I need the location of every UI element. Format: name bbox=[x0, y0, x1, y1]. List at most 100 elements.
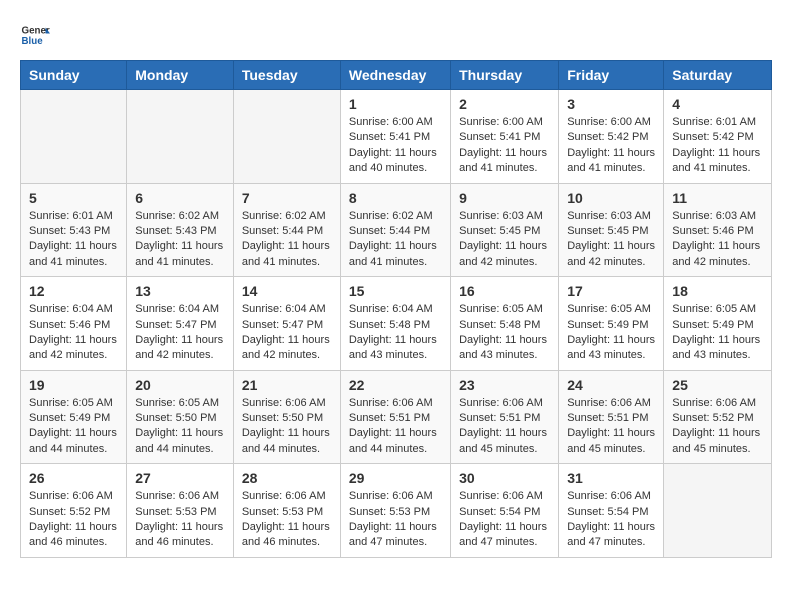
day-number: 1 bbox=[349, 96, 442, 112]
calendar-cell: 10 Sunrise: 6:03 AM Sunset: 5:45 PM Dayli… bbox=[559, 183, 664, 277]
logo: General Blue bbox=[20, 20, 50, 50]
day-content: Sunrise: 6:03 AM Sunset: 5:45 PM Dayligh… bbox=[459, 209, 550, 271]
calendar-cell bbox=[127, 90, 234, 184]
calendar-cell: 4Sunrise: 6:01 AM Sunset: 5:42 PM Daylig… bbox=[664, 90, 772, 184]
day-number: 9 bbox=[459, 190, 550, 206]
calendar-cell: 28Sunrise: 6:06 AM Sunset: 5:53 PM Dayli… bbox=[233, 464, 340, 558]
calendar-cell: 18 Sunrise: 6:05 AM Sunset: 5:49 PM Dayli… bbox=[664, 277, 772, 371]
day-header-monday: Monday bbox=[127, 61, 234, 90]
calendar-cell: 12 Sunrise: 6:04 AM Sunset: 5:46 PM Dayli… bbox=[21, 277, 127, 371]
day-content: Sunrise: 6:04 AM Sunset: 5:46 PM Dayligh… bbox=[29, 302, 118, 364]
calendar-cell: 20 Sunrise: 6:05 AM Sunset: 5:50 PM Dayli… bbox=[127, 370, 234, 464]
calendar-cell: 11 Sunrise: 6:03 AM Sunset: 5:46 PM Dayli… bbox=[664, 183, 772, 277]
day-number: 19 bbox=[29, 377, 118, 393]
calendar-cell: 3 Sunrise: 6:00 AM Sunset: 5:42 PM Daylig… bbox=[559, 90, 664, 184]
svg-text:Blue: Blue bbox=[22, 36, 44, 47]
calendar-cell: 24 Sunrise: 6:06 AM Sunset: 5:51 PM Dayli… bbox=[559, 370, 664, 464]
day-content: Sunrise: 6:03 AM Sunset: 5:45 PM Dayligh… bbox=[567, 209, 655, 271]
day-content: Sunrise: 6:05 AM Sunset: 5:49 PM Dayligh… bbox=[567, 302, 655, 364]
calendar-cell: 8 Sunrise: 6:02 AM Sunset: 5:44 PM Daylig… bbox=[340, 183, 450, 277]
day-number: 22 bbox=[349, 377, 442, 393]
day-number: 20 bbox=[135, 377, 225, 393]
calendar-cell: 19 Sunrise: 6:05 AM Sunset: 5:49 PM Dayli… bbox=[21, 370, 127, 464]
day-number: 15 bbox=[349, 283, 442, 299]
day-content: Sunrise: 6:02 AM Sunset: 5:44 PM Dayligh… bbox=[349, 209, 442, 271]
day-content: Sunrise: 6:06 AM Sunset: 5:53 PM Dayligh… bbox=[242, 489, 332, 551]
day-number: 3 bbox=[567, 96, 655, 112]
calendar-cell: 2 Sunrise: 6:00 AM Sunset: 5:41 PM Daylig… bbox=[451, 90, 559, 184]
day-content: Sunrise: 6:06 AM Sunset: 5:53 PM Dayligh… bbox=[349, 489, 442, 551]
day-header-saturday: Saturday bbox=[664, 61, 772, 90]
day-content: Sunrise: 6:02 AM Sunset: 5:43 PM Dayligh… bbox=[135, 209, 225, 271]
calendar-cell: 7Sunrise: 6:02 AM Sunset: 5:44 PM Daylig… bbox=[233, 183, 340, 277]
day-content: Sunrise: 6:06 AM Sunset: 5:54 PM Dayligh… bbox=[567, 489, 655, 551]
calendar-week-row: 5 Sunrise: 6:01 AM Sunset: 5:43 PM Daylig… bbox=[21, 183, 772, 277]
calendar-cell: 29Sunrise: 6:06 AM Sunset: 5:53 PM Dayli… bbox=[340, 464, 450, 558]
day-number: 26 bbox=[29, 470, 118, 486]
day-content: Sunrise: 6:05 AM Sunset: 5:50 PM Dayligh… bbox=[135, 396, 225, 458]
calendar-cell: 23 Sunrise: 6:06 AM Sunset: 5:51 PM Dayli… bbox=[451, 370, 559, 464]
day-content: Sunrise: 6:00 AM Sunset: 5:42 PM Dayligh… bbox=[567, 115, 655, 177]
calendar-table: SundayMondayTuesdayWednesdayThursdayFrid… bbox=[20, 60, 772, 558]
calendar-cell: 17 Sunrise: 6:05 AM Sunset: 5:49 PM Dayli… bbox=[559, 277, 664, 371]
day-content: Sunrise: 6:06 AM Sunset: 5:51 PM Dayligh… bbox=[349, 396, 442, 458]
day-content: Sunrise: 6:06 AM Sunset: 5:50 PM Dayligh… bbox=[242, 396, 332, 458]
calendar-cell: 6 Sunrise: 6:02 AM Sunset: 5:43 PM Daylig… bbox=[127, 183, 234, 277]
calendar-cell bbox=[233, 90, 340, 184]
day-header-thursday: Thursday bbox=[451, 61, 559, 90]
day-number: 14 bbox=[242, 283, 332, 299]
day-content: Sunrise: 6:04 AM Sunset: 5:47 PM Dayligh… bbox=[242, 302, 332, 364]
day-content: Sunrise: 6:06 AM Sunset: 5:54 PM Dayligh… bbox=[459, 489, 550, 551]
day-number: 12 bbox=[29, 283, 118, 299]
calendar-cell: 9 Sunrise: 6:03 AM Sunset: 5:45 PM Daylig… bbox=[451, 183, 559, 277]
day-content: Sunrise: 6:03 AM Sunset: 5:46 PM Dayligh… bbox=[672, 209, 763, 271]
day-header-wednesday: Wednesday bbox=[340, 61, 450, 90]
calendar-cell: 22 Sunrise: 6:06 AM Sunset: 5:51 PM Dayli… bbox=[340, 370, 450, 464]
calendar-cell: 25 Sunrise: 6:06 AM Sunset: 5:52 PM Dayli… bbox=[664, 370, 772, 464]
calendar-cell bbox=[21, 90, 127, 184]
day-content: Sunrise: 6:04 AM Sunset: 5:47 PM Dayligh… bbox=[135, 302, 225, 364]
day-number: 18 bbox=[672, 283, 763, 299]
day-content: Sunrise: 6:05 AM Sunset: 5:49 PM Dayligh… bbox=[672, 302, 763, 364]
day-number: 13 bbox=[135, 283, 225, 299]
calendar-cell: 13 Sunrise: 6:04 AM Sunset: 5:47 PM Dayli… bbox=[127, 277, 234, 371]
day-number: 21 bbox=[242, 377, 332, 393]
day-content: Sunrise: 6:05 AM Sunset: 5:48 PM Dayligh… bbox=[459, 302, 550, 364]
day-number: 5 bbox=[29, 190, 118, 206]
day-content: Sunrise: 6:06 AM Sunset: 5:51 PM Dayligh… bbox=[459, 396, 550, 458]
day-content: Sunrise: 6:06 AM Sunset: 5:52 PM Dayligh… bbox=[672, 396, 763, 458]
day-number: 23 bbox=[459, 377, 550, 393]
calendar-week-row: 1 Sunrise: 6:00 AM Sunset: 5:41 PM Daylig… bbox=[21, 90, 772, 184]
calendar-cell: 21 Sunrise: 6:06 AM Sunset: 5:50 PM Dayli… bbox=[233, 370, 340, 464]
day-number: 10 bbox=[567, 190, 655, 206]
calendar-header-row: SundayMondayTuesdayWednesdayThursdayFrid… bbox=[21, 61, 772, 90]
day-header-friday: Friday bbox=[559, 61, 664, 90]
day-number: 31 bbox=[567, 470, 655, 486]
page-header: General Blue bbox=[20, 20, 772, 50]
calendar-cell: 16 Sunrise: 6:05 AM Sunset: 5:48 PM Dayli… bbox=[451, 277, 559, 371]
calendar-cell: 1Sunrise: 6:00 AM Sunset: 5:41 PM Daylig… bbox=[340, 90, 450, 184]
day-content: Sunrise: 6:06 AM Sunset: 5:53 PM Dayligh… bbox=[135, 489, 225, 551]
day-number: 11 bbox=[672, 190, 763, 206]
calendar-cell: 15Sunrise: 6:04 AM Sunset: 5:48 PM Dayli… bbox=[340, 277, 450, 371]
day-number: 27 bbox=[135, 470, 225, 486]
day-number: 17 bbox=[567, 283, 655, 299]
logo-icon: General Blue bbox=[20, 20, 50, 50]
day-number: 7 bbox=[242, 190, 332, 206]
day-content: Sunrise: 6:01 AM Sunset: 5:43 PM Dayligh… bbox=[29, 209, 118, 271]
day-number: 24 bbox=[567, 377, 655, 393]
day-content: Sunrise: 6:00 AM Sunset: 5:41 PM Dayligh… bbox=[459, 115, 550, 177]
day-number: 16 bbox=[459, 283, 550, 299]
day-content: Sunrise: 6:06 AM Sunset: 5:51 PM Dayligh… bbox=[567, 396, 655, 458]
calendar-week-row: 12 Sunrise: 6:04 AM Sunset: 5:46 PM Dayli… bbox=[21, 277, 772, 371]
day-number: 2 bbox=[459, 96, 550, 112]
day-number: 25 bbox=[672, 377, 763, 393]
day-number: 8 bbox=[349, 190, 442, 206]
day-header-tuesday: Tuesday bbox=[233, 61, 340, 90]
calendar-cell: 14 Sunrise: 6:04 AM Sunset: 5:47 PM Dayli… bbox=[233, 277, 340, 371]
calendar-week-row: 19 Sunrise: 6:05 AM Sunset: 5:49 PM Dayli… bbox=[21, 370, 772, 464]
day-number: 4 bbox=[672, 96, 763, 112]
day-content: Sunrise: 6:05 AM Sunset: 5:49 PM Dayligh… bbox=[29, 396, 118, 458]
day-number: 6 bbox=[135, 190, 225, 206]
calendar-cell: 27 Sunrise: 6:06 AM Sunset: 5:53 PM Dayli… bbox=[127, 464, 234, 558]
